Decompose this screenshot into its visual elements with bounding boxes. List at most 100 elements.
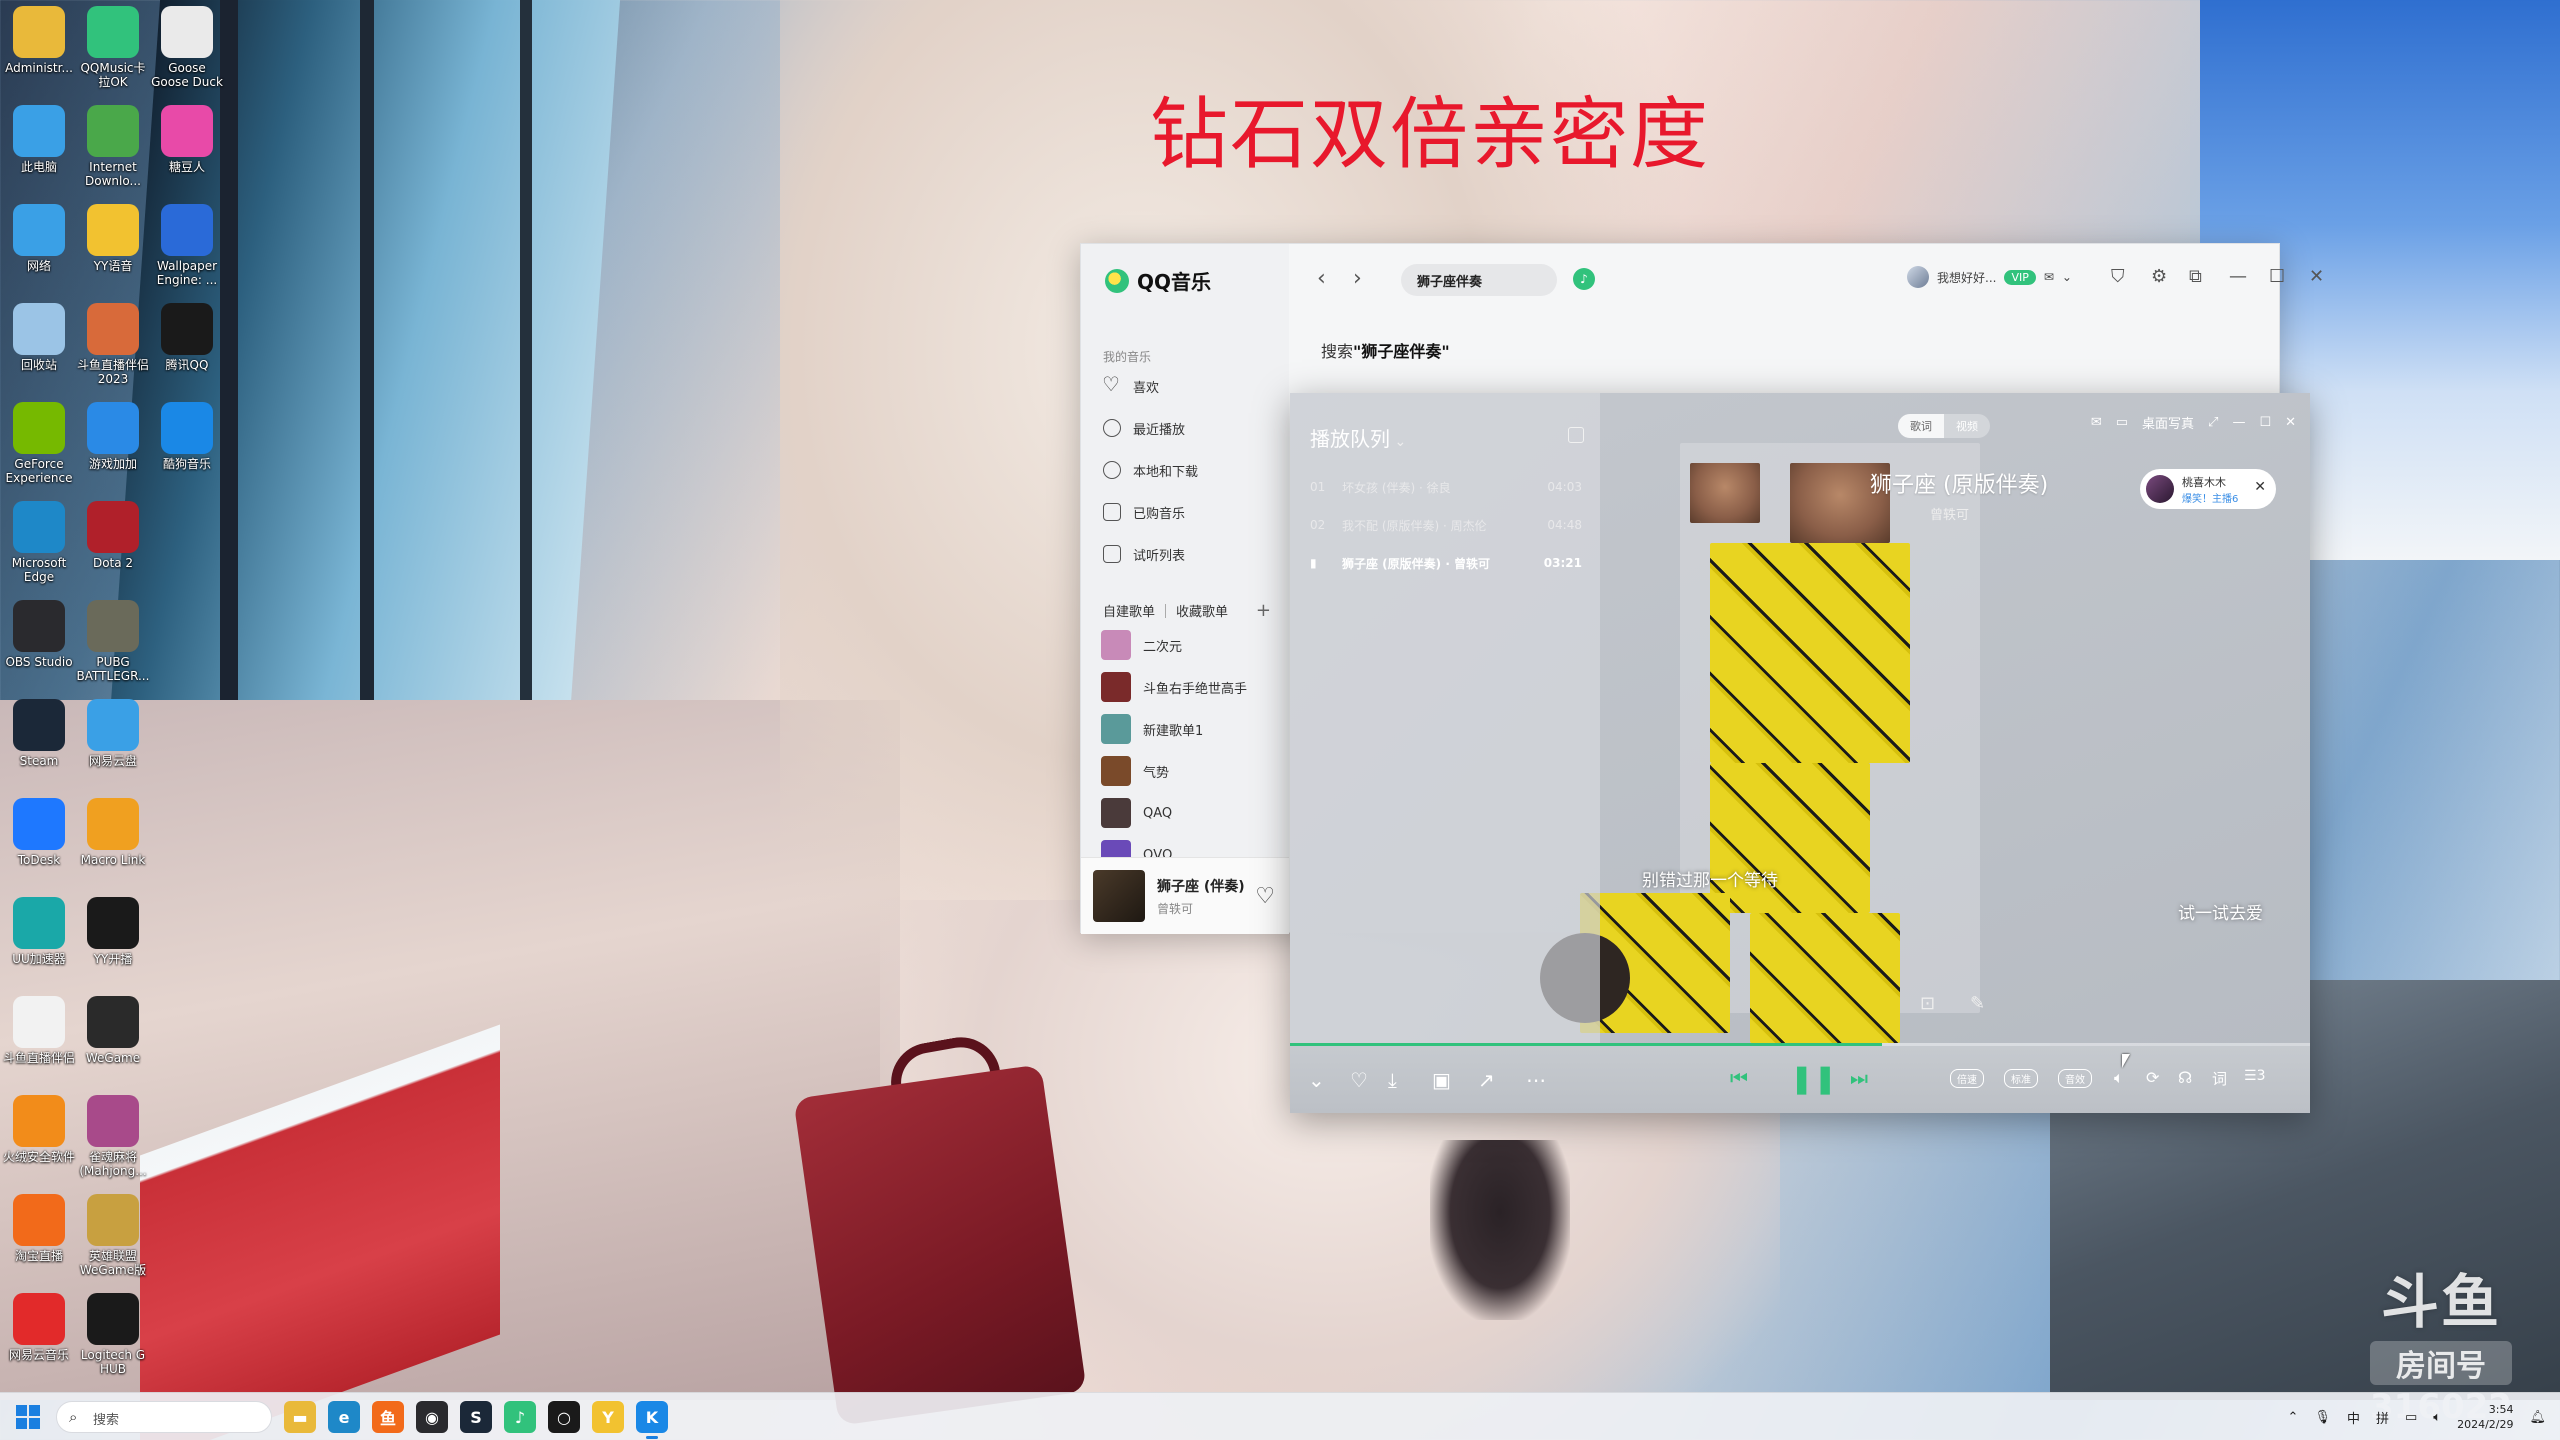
- minimize-icon[interactable]: —: [2232, 415, 2245, 430]
- desktop-icon[interactable]: QQMusic卡拉OK: [76, 6, 150, 89]
- desktop-icon[interactable]: 网易云音乐: [2, 1293, 76, 1362]
- next-track-icon[interactable]: ⏭: [1850, 1066, 1868, 1090]
- music-recognition-icon[interactable]: ♪: [1573, 268, 1595, 290]
- comment-icon[interactable]: ▣: [1432, 1068, 1451, 1092]
- user-area[interactable]: 我想好好... VIP ✉ ⌄: [1907, 266, 2072, 288]
- taskbar-search-input[interactable]: ⌕ 搜索: [56, 1401, 272, 1433]
- queue-row[interactable]: 01 坏女孩 (伴奏) · 徐良 04:03: [1310, 469, 1582, 505]
- desktop-icon[interactable]: YY语音: [76, 204, 150, 273]
- qqmusic-logo[interactable]: QQ音乐: [1105, 266, 1211, 295]
- vip-badge[interactable]: VIP: [2004, 269, 2036, 285]
- play-queue-title[interactable]: 播放队列: [1310, 423, 1406, 452]
- steam-icon[interactable]: S: [460, 1401, 492, 1433]
- desktop-icon[interactable]: Internet Downlo...: [76, 105, 150, 188]
- desktop-icon[interactable]: 回收站: [2, 303, 76, 372]
- follow-card[interactable]: 桃喜木木 爆笑！主播6 ✕: [2140, 469, 2276, 509]
- queue-row[interactable]: 02 我不配 (原版伴奏) · 周杰伦 04:48: [1310, 507, 1582, 543]
- previous-track-icon[interactable]: ⏮: [1730, 1066, 1748, 1090]
- pin-icon[interactable]: ✎: [1970, 993, 1985, 1014]
- desktop-icon[interactable]: 此电脑: [2, 105, 76, 174]
- maximize-icon[interactable]: ☐: [2269, 266, 2285, 287]
- douyu-icon[interactable]: 鱼: [372, 1401, 404, 1433]
- playlist-item[interactable]: QAQ: [1101, 798, 1172, 828]
- tab-created-playlists[interactable]: 自建歌单: [1103, 601, 1155, 620]
- lock-icon[interactable]: ⊡: [1920, 993, 1935, 1014]
- maximize-icon[interactable]: ☐: [2259, 415, 2271, 430]
- song-artist[interactable]: 曾轶可: [1930, 504, 1969, 523]
- user-name[interactable]: 我想好好...: [1937, 269, 1996, 286]
- minimize-icon[interactable]: —: [2229, 266, 2247, 287]
- avatar[interactable]: [1907, 266, 1929, 288]
- desktop-lyrics-icon[interactable]: ▭: [2116, 415, 2128, 430]
- mini-mode-icon[interactable]: ⧉: [2189, 266, 2202, 287]
- desktop-icon[interactable]: Steam: [2, 699, 76, 768]
- qqmusic-icon[interactable]: ♪: [504, 1401, 536, 1433]
- desktop-icon[interactable]: 淘宝直播: [2, 1194, 76, 1263]
- close-icon[interactable]: ✕: [2254, 479, 2266, 495]
- desktop-icon[interactable]: Macro Link: [76, 798, 150, 867]
- quality-button[interactable]: 标准: [2004, 1069, 2038, 1088]
- desktop-icon[interactable]: WeGame: [76, 996, 150, 1065]
- share-icon[interactable]: ↗: [1478, 1068, 1495, 1092]
- desktop-icon[interactable]: 斗鱼直播伴侣: [2, 996, 76, 1065]
- desktop-lyrics-label[interactable]: 桌面写真: [2142, 413, 2194, 432]
- desktop-icon[interactable]: 酷狗音乐: [150, 402, 224, 471]
- kugou-icon[interactable]: K: [636, 1401, 668, 1439]
- ime-pinyin[interactable]: 拼: [2376, 1408, 2389, 1427]
- fullscreen-icon[interactable]: ⤢: [2208, 415, 2218, 430]
- avatar[interactable]: [2146, 475, 2174, 503]
- back-arrow-icon[interactable]: ‹: [1317, 266, 1326, 291]
- pause-button[interactable]: ❚❚: [1790, 1062, 1837, 1095]
- like-heart-icon[interactable]: ♡: [1255, 884, 1275, 909]
- tab-collected-playlists[interactable]: 收藏歌单: [1176, 601, 1228, 620]
- tray-overflow-chevron-icon[interactable]: ⌃: [2288, 1410, 2299, 1425]
- desktop-icon[interactable]: Wallpaper Engine: ...: [150, 204, 224, 287]
- close-icon[interactable]: ✕: [2285, 415, 2296, 430]
- sidebar-item-recent[interactable]: 最近播放: [1103, 416, 1185, 440]
- tab-lyrics[interactable]: 歌词: [1898, 414, 1944, 438]
- desktop-icon[interactable]: 斗鱼直播伴侣2023: [76, 303, 150, 386]
- tab-video[interactable]: 视频: [1944, 414, 1990, 438]
- yy-live-icon[interactable]: ○: [548, 1401, 580, 1433]
- close-icon[interactable]: ✕: [2309, 266, 2324, 287]
- settings-gear-icon[interactable]: ⚙: [2151, 266, 2167, 287]
- desktop-icon[interactable]: PUBG BATTLEGR...: [76, 600, 150, 683]
- playlist-item[interactable]: 斗鱼右手绝世高手: [1101, 672, 1247, 702]
- ime-mode[interactable]: 中: [2347, 1408, 2360, 1427]
- clock[interactable]: 3:54 2024/2/29: [2457, 1402, 2513, 1432]
- desktop-icon[interactable]: Dota 2: [76, 501, 150, 570]
- microphone-icon[interactable]: 🎙︎: [2314, 1410, 2331, 1425]
- desktop-icon[interactable]: 火绒安全软件: [2, 1095, 76, 1164]
- windows-start-icon[interactable]: [16, 1405, 40, 1429]
- desktop-icon[interactable]: 糖豆人: [150, 105, 224, 174]
- search-input[interactable]: 狮子座伴奏: [1401, 264, 1557, 296]
- notification-bell-icon[interactable]: 🔔︎: [2529, 1410, 2546, 1425]
- volume-icon[interactable]: 🔈︎: [2433, 1410, 2441, 1425]
- sound-effect-button[interactable]: 音效: [2058, 1069, 2092, 1088]
- network-icon[interactable]: ▭: [2405, 1410, 2417, 1425]
- desktop-icon[interactable]: 雀魂麻将 (Mahjong...: [76, 1095, 150, 1178]
- lyrics-button[interactable]: 词: [2212, 1068, 2227, 1089]
- speed-button[interactable]: 倍速: [1950, 1069, 1984, 1088]
- export-icon[interactable]: [1568, 427, 1584, 443]
- headphones-icon[interactable]: ☊: [2178, 1068, 2192, 1087]
- desktop-icon[interactable]: 游戏加加: [76, 402, 150, 471]
- mini-player[interactable]: 狮子座 (伴奏) 曾轶可 ♡: [1081, 857, 1289, 934]
- repeat-icon[interactable]: ⟳: [2146, 1068, 2159, 1087]
- like-heart-icon[interactable]: ♡: [1350, 1068, 1368, 1092]
- desktop-icon[interactable]: 腾讯QQ: [150, 303, 224, 372]
- desktop-icon[interactable]: Administr...: [2, 6, 76, 75]
- more-icon[interactable]: ⋯: [1526, 1068, 1546, 1092]
- album-cover[interactable]: [1093, 870, 1145, 922]
- desktop-icon[interactable]: Goose Goose Duck: [150, 6, 224, 89]
- yy-icon[interactable]: Y: [592, 1401, 624, 1433]
- playlist-item[interactable]: 新建歌单1: [1101, 714, 1203, 744]
- chevron-down-icon[interactable]: ⌄: [2062, 270, 2072, 284]
- edge-icon[interactable]: e: [328, 1401, 360, 1433]
- sidebar-item-trial-list[interactable]: 试听列表: [1103, 542, 1185, 566]
- playlist-item[interactable]: 二次元: [1101, 630, 1182, 660]
- mail-icon[interactable]: ✉: [2044, 270, 2054, 284]
- desktop-icon[interactable]: ToDesk: [2, 798, 76, 867]
- sidebar-item-liked[interactable]: 喜欢: [1102, 372, 1159, 398]
- desktop-icon[interactable]: 网易云盘: [76, 699, 150, 768]
